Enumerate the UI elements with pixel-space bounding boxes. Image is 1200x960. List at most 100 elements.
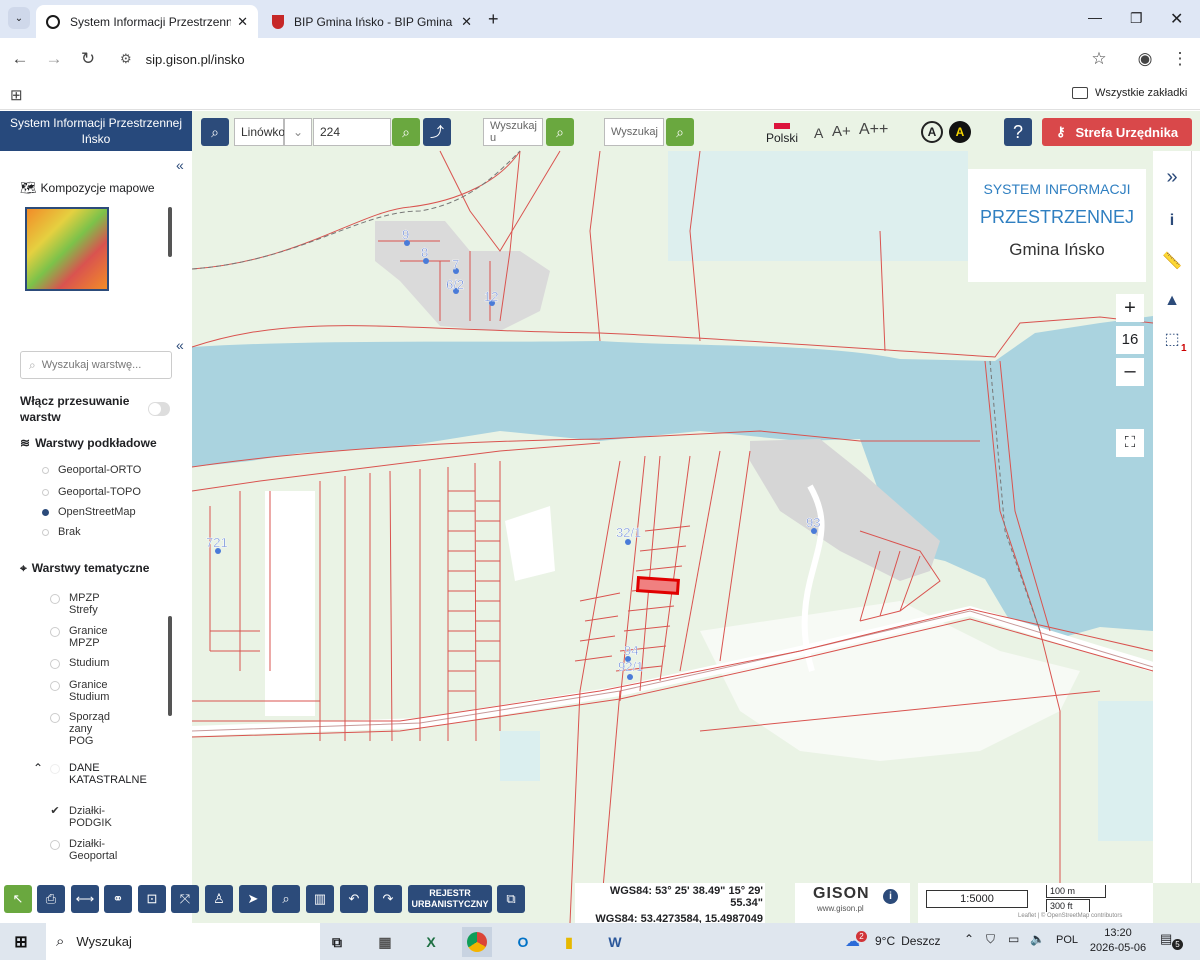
- chrome-icon[interactable]: [462, 927, 492, 957]
- expand-panel-icon[interactable]: »: [1153, 163, 1191, 191]
- collapse-group-icon[interactable]: ⌃: [33, 761, 43, 775]
- excel-icon[interactable]: X: [416, 927, 446, 957]
- select-tool-button[interactable]: ↖: [4, 885, 32, 913]
- help-button[interactable]: ?: [1004, 118, 1032, 146]
- layer-dzialki-podgik[interactable]: ✔ Działki-PODGIK: [50, 805, 119, 829]
- collapse-compositions-icon[interactable]: «: [176, 157, 184, 173]
- tab-search-button[interactable]: ⌄: [8, 7, 30, 29]
- obreb-dropdown-toggle[interactable]: ⌄: [284, 118, 312, 146]
- checkbox[interactable]: [50, 659, 60, 669]
- map-book-button[interactable]: ▥: [306, 885, 334, 913]
- font-size-large[interactable]: A+: [832, 123, 851, 140]
- info-icon[interactable]: i: [883, 889, 898, 904]
- general-search-input[interactable]: Wyszukaj: [604, 118, 664, 146]
- radio-button[interactable]: [42, 528, 49, 536]
- outlook-icon[interactable]: O: [508, 927, 538, 957]
- undo-button[interactable]: ↶: [340, 885, 368, 913]
- taskbar-search[interactable]: ⌕ Wyszukaj: [46, 923, 320, 960]
- move-layers-toggle[interactable]: [148, 402, 170, 416]
- bookmark-star-icon[interactable]: ☆: [1087, 47, 1111, 71]
- weather-widget[interactable]: ☁ 2 9°C Deszcz: [845, 930, 940, 950]
- checkbox[interactable]: ✔: [50, 806, 60, 817]
- parcel-search-go-button[interactable]: ⌕: [392, 118, 420, 146]
- reload-icon[interactable]: ↻: [76, 47, 100, 71]
- search-area-button[interactable]: ⌕: [272, 885, 300, 913]
- base-layer-topo[interactable]: Geoportal-TOPO: [42, 486, 141, 498]
- all-bookmarks-link[interactable]: Wszystkie zakładki: [1095, 87, 1187, 99]
- zoom-in-button[interactable]: +: [1116, 294, 1144, 322]
- thematic-granice-studium[interactable]: Granice Studium: [50, 679, 114, 703]
- thematic-mpzp-strefy[interactable]: MPZP Strefy: [50, 592, 109, 616]
- notification-center-icon[interactable]: ▤: [1160, 931, 1172, 947]
- full-extent-button[interactable]: ⤧: [171, 885, 199, 913]
- composition-thumbnail[interactable]: [25, 207, 109, 291]
- menu-kebab-icon[interactable]: ⋮: [1168, 47, 1192, 71]
- search-parcel-button[interactable]: ⌕: [201, 118, 229, 146]
- address-search-input[interactable]: Wyszukaj u: [483, 118, 543, 146]
- tray-chevron-icon[interactable]: ⌃: [964, 932, 974, 946]
- tab-close-icon[interactable]: ✕: [237, 14, 248, 30]
- bookmark-location-button[interactable]: ⊡: [138, 885, 166, 913]
- file-explorer-icon[interactable]: ▮: [554, 927, 584, 957]
- checkbox[interactable]: [50, 840, 60, 850]
- omnibox[interactable]: ⚙ sip.gison.pl/insko: [110, 44, 1120, 74]
- tray-security-icon[interactable]: ⛉: [986, 932, 995, 947]
- obreb-select[interactable]: Linówko: [234, 118, 285, 146]
- layer-dzialki-geoportal[interactable]: Działki-Geoportal: [50, 838, 119, 862]
- checkbox[interactable]: [50, 681, 60, 691]
- route-button[interactable]: ⤴: [423, 118, 451, 146]
- tab-sip[interactable]: System Informacji Przestrzenne ✕: [36, 5, 258, 38]
- radio-button[interactable]: [42, 488, 49, 496]
- ruler-icon[interactable]: 📏: [1153, 247, 1191, 275]
- clock[interactable]: 13:20 2026-05-06: [1088, 926, 1148, 956]
- forward-arrow-icon[interactable]: →: [42, 47, 66, 71]
- base-layer-orto[interactable]: Geoportal-ORTO: [42, 464, 141, 476]
- tray-language[interactable]: POL: [1056, 934, 1078, 946]
- thematic-granice-mpzp[interactable]: Granice MPZP: [50, 625, 114, 649]
- scale-input[interactable]: 1:5000: [926, 890, 1028, 908]
- strefa-urzednika-button[interactable]: ⚷ Strefa Urzędnika: [1042, 118, 1192, 146]
- maximize-button[interactable]: ❐: [1130, 10, 1143, 27]
- profile-icon[interactable]: ◉: [1133, 47, 1157, 71]
- task-view-icon[interactable]: ⧉: [322, 927, 352, 957]
- locate-button[interactable]: ➤: [239, 885, 267, 913]
- checkbox[interactable]: [50, 627, 60, 637]
- thematic-scrollbar[interactable]: [168, 616, 172, 716]
- fullscreen-button[interactable]: ⛶: [1116, 429, 1144, 457]
- contrast-normal-button[interactable]: A: [921, 121, 943, 143]
- frame-button[interactable]: ⧉: [497, 885, 525, 913]
- shapes-icon[interactable]: ▲: [1153, 287, 1191, 315]
- tab-bip[interactable]: BIP Gmina Ińsko - BIP Gmina Iń ✕: [262, 5, 482, 38]
- compositions-scrollbar[interactable]: [168, 207, 172, 257]
- new-tab-button[interactable]: +: [488, 9, 499, 30]
- streetview-button[interactable]: ♙: [205, 885, 233, 913]
- word-icon[interactable]: W: [600, 927, 630, 957]
- thematic-studium[interactable]: Studium: [50, 657, 109, 669]
- tray-volume-icon[interactable]: 🔈: [1030, 932, 1045, 946]
- apps-grid-icon[interactable]: ⊞: [10, 86, 23, 104]
- radio-button[interactable]: [42, 508, 49, 516]
- radio-button[interactable]: [42, 466, 49, 474]
- measure-line-button[interactable]: ⟷: [71, 885, 99, 913]
- font-size-xlarge[interactable]: A++: [859, 121, 888, 139]
- checkbox[interactable]: [50, 764, 60, 774]
- language-selector[interactable]: Polski: [764, 123, 800, 145]
- minimize-button[interactable]: —: [1088, 9, 1102, 25]
- rejestr-button[interactable]: REJESTR URBANISTYCZNY: [408, 885, 492, 913]
- checkbox[interactable]: [50, 713, 60, 723]
- link-button[interactable]: ⚭: [104, 885, 132, 913]
- base-layer-osm[interactable]: OpenStreetMap: [42, 506, 136, 518]
- font-size-normal[interactable]: A: [814, 125, 823, 141]
- address-search-go-button[interactable]: ⌕: [546, 118, 574, 146]
- tab-close-icon[interactable]: ✕: [461, 14, 472, 30]
- base-layer-none[interactable]: Brak: [42, 526, 81, 538]
- collapse-layers-icon[interactable]: «: [176, 337, 184, 353]
- calculator-icon[interactable]: ▦: [370, 927, 400, 957]
- group-dane-katastralne[interactable]: DANE KATASTRALNE: [50, 762, 159, 786]
- right-scrollbar[interactable]: [1191, 151, 1200, 883]
- site-settings-icon[interactable]: ⚙: [120, 51, 132, 67]
- zoom-out-button[interactable]: –: [1116, 358, 1144, 386]
- redo-button[interactable]: ↷: [374, 885, 402, 913]
- print-button[interactable]: ⎙: [37, 885, 65, 913]
- contrast-high-button[interactable]: A: [949, 121, 971, 143]
